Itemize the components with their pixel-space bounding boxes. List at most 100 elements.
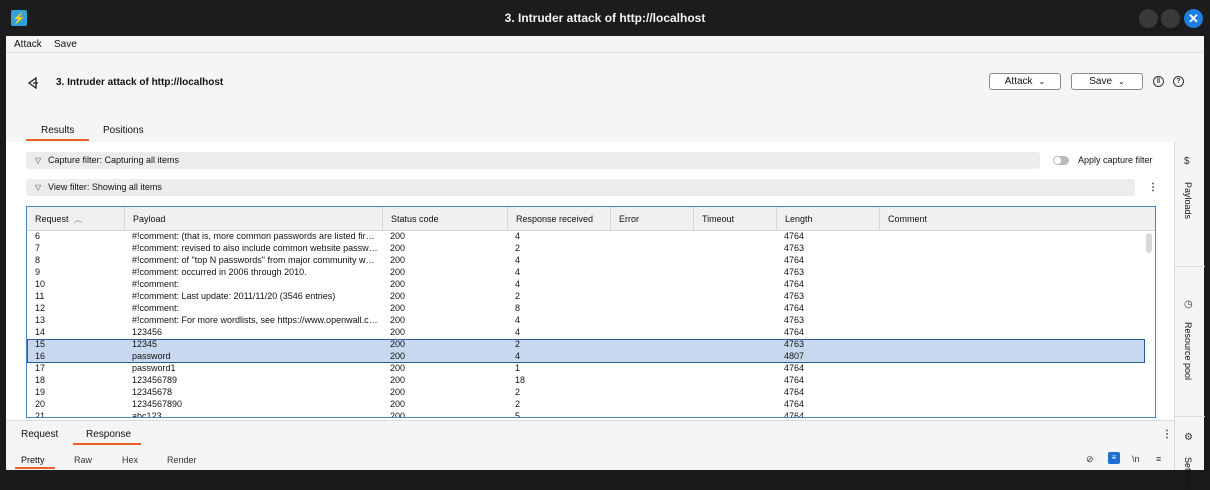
- hide-eye-icon[interactable]: ⊘: [1086, 454, 1094, 465]
- subtab-pretty[interactable]: Pretty: [21, 455, 45, 465]
- cell-length: 4764: [784, 303, 805, 313]
- cell-comment: [887, 291, 1137, 303]
- col-header-error[interactable]: Error: [610, 207, 693, 231]
- cell-timeout: [701, 339, 776, 351]
- apply-capture-filter-toggle[interactable]: [1053, 156, 1069, 165]
- table-row[interactable]: 15 12345 200 2 4763: [27, 339, 1145, 351]
- tab-request[interactable]: Request: [21, 429, 58, 440]
- save-dropdown-button[interactable]: Save ⌄: [1071, 73, 1143, 90]
- subtab-raw[interactable]: Raw: [74, 455, 92, 465]
- back-arrow-icon[interactable]: [26, 76, 40, 90]
- tab-response[interactable]: Response: [86, 429, 131, 440]
- cell-timeout: [701, 327, 776, 339]
- cell-timeout: [701, 411, 776, 417]
- attack-dropdown-button[interactable]: Attack ⌄: [989, 73, 1061, 90]
- table-row[interactable]: 10 #!comment: 200 4 4764: [27, 279, 1145, 291]
- table-row[interactable]: 18 123456789 200 18 4764: [27, 375, 1145, 387]
- cell-status-code: 200: [390, 339, 406, 349]
- col-header-length[interactable]: Length: [776, 207, 879, 231]
- attack-button-label: Attack: [1004, 76, 1033, 87]
- attack-header: 3. Intruder attack of http://localhost A…: [6, 53, 1204, 142]
- resource-pool-section[interactable]: ◷ Resource pool: [1175, 267, 1205, 417]
- table-row[interactable]: 6 #!comment: (that is, more common passwo…: [27, 231, 1145, 243]
- table-row[interactable]: 7 #!comment: revised to also include comm…: [27, 243, 1145, 255]
- view-filter-bar[interactable]: ▽ View filter: Showing all items: [26, 179, 1135, 196]
- more-options-icon[interactable]: ⋮: [1162, 429, 1172, 440]
- cell-request: 7: [35, 243, 41, 253]
- table-row[interactable]: 19 12345678 200 2 4764: [27, 387, 1145, 399]
- cell-error: [618, 363, 693, 375]
- cell-status-code: 200: [390, 387, 406, 397]
- table-row[interactable]: 17 password1 200 1 4764: [27, 363, 1145, 375]
- subtab-hex[interactable]: Hex: [122, 455, 138, 465]
- table-row[interactable]: 12 #!comment: 200 8 4764: [27, 303, 1145, 315]
- table-scrollbar[interactable]: [1146, 231, 1153, 417]
- cell-payload: password: [132, 351, 171, 361]
- cell-response-received: 4: [515, 279, 521, 289]
- cell-timeout: [701, 243, 776, 255]
- menubar: Attack Save: [6, 36, 1204, 53]
- table-row[interactable]: 21 abc123 200 5 4764: [27, 411, 1145, 418]
- table-row[interactable]: 20 1234567890 200 2 4764: [27, 399, 1145, 411]
- wrap-text-icon[interactable]: ≡: [1108, 452, 1120, 464]
- cell-status-code: 200: [390, 243, 406, 253]
- cell-comment: [887, 363, 1137, 375]
- col-header-request[interactable]: Request ︿: [27, 207, 124, 231]
- cell-request: 21: [35, 411, 46, 418]
- help-icon[interactable]: ?: [1173, 76, 1184, 87]
- cell-request: 11: [35, 291, 45, 301]
- cell-error: [618, 255, 693, 267]
- table-row[interactable]: 14 123456 200 4 4764: [27, 327, 1145, 339]
- cell-status-code: 200: [390, 351, 406, 361]
- minimize-button[interactable]: [1139, 9, 1158, 28]
- tab-positions[interactable]: Positions: [103, 125, 144, 136]
- dollar-icon: $: [1184, 156, 1190, 167]
- cell-status-code: 200: [390, 291, 406, 301]
- gear-icon: ⚙: [1184, 432, 1193, 443]
- save-button-label: Save: [1089, 76, 1113, 87]
- cell-request: 15: [35, 339, 46, 349]
- cell-timeout: [701, 291, 776, 303]
- cell-comment: [887, 351, 1137, 363]
- pause-icon[interactable]: ‖: [1153, 76, 1164, 87]
- cell-status-code: 200: [390, 303, 406, 313]
- tab-results[interactable]: Results: [41, 125, 74, 136]
- newline-toggle[interactable]: \n: [1132, 454, 1140, 464]
- cell-length: 4764: [784, 231, 805, 241]
- col-header-status-code[interactable]: Status code: [382, 207, 507, 231]
- table-row[interactable]: 11 #!comment: Last update: 2011/11/20 (35…: [27, 291, 1145, 303]
- table-row[interactable]: 16 password 200 4 4807: [27, 351, 1145, 363]
- settings-section[interactable]: ⚙ Settings: [1175, 417, 1205, 490]
- cell-comment: [887, 327, 1137, 339]
- col-header-payload[interactable]: Payload: [124, 207, 382, 231]
- table-row[interactable]: 9 #!comment: occurred in 2006 through 201…: [27, 267, 1145, 279]
- cell-comment: [887, 243, 1137, 255]
- subtab-render[interactable]: Render: [167, 455, 197, 465]
- cell-length: 4763: [784, 243, 805, 253]
- cell-error: [618, 411, 693, 417]
- capture-filter-bar[interactable]: ▽ Capture filter: Capturing all items: [26, 152, 1040, 169]
- cell-payload: #!comment: Last update: 2011/11/20 (3546…: [132, 291, 336, 301]
- cell-payload: 12345678: [132, 387, 173, 397]
- payloads-section[interactable]: $ Payloads: [1175, 142, 1205, 267]
- maximize-button[interactable]: [1161, 9, 1180, 28]
- cell-error: [618, 339, 693, 351]
- more-options-icon[interactable]: ⋮: [1148, 182, 1158, 193]
- col-header-comment[interactable]: Comment: [879, 207, 1155, 231]
- close-window-button[interactable]: ✕: [1184, 9, 1203, 28]
- menu-save[interactable]: Save: [54, 39, 77, 50]
- menu-attack[interactable]: Attack: [14, 39, 42, 50]
- scrollbar-thumb[interactable]: [1146, 233, 1152, 253]
- col-header-timeout[interactable]: Timeout: [693, 207, 776, 231]
- cell-request: 17: [35, 363, 46, 373]
- table-header: Request ︿ Payload Status code Response r…: [27, 207, 1155, 231]
- cell-comment: [887, 315, 1137, 327]
- cell-response-received: 2: [515, 387, 521, 397]
- cell-response-received: 4: [515, 267, 521, 277]
- table-row[interactable]: 8 #!comment: of "top N passwords" from ma…: [27, 255, 1145, 267]
- filter-icon: ▽: [35, 156, 42, 165]
- cell-length: 4764: [784, 255, 805, 265]
- table-row[interactable]: 13 #!comment: For more wordlists, see htt…: [27, 315, 1145, 327]
- menu-lines-icon[interactable]: ≡: [1156, 454, 1161, 464]
- col-header-response-received[interactable]: Response received: [507, 207, 610, 231]
